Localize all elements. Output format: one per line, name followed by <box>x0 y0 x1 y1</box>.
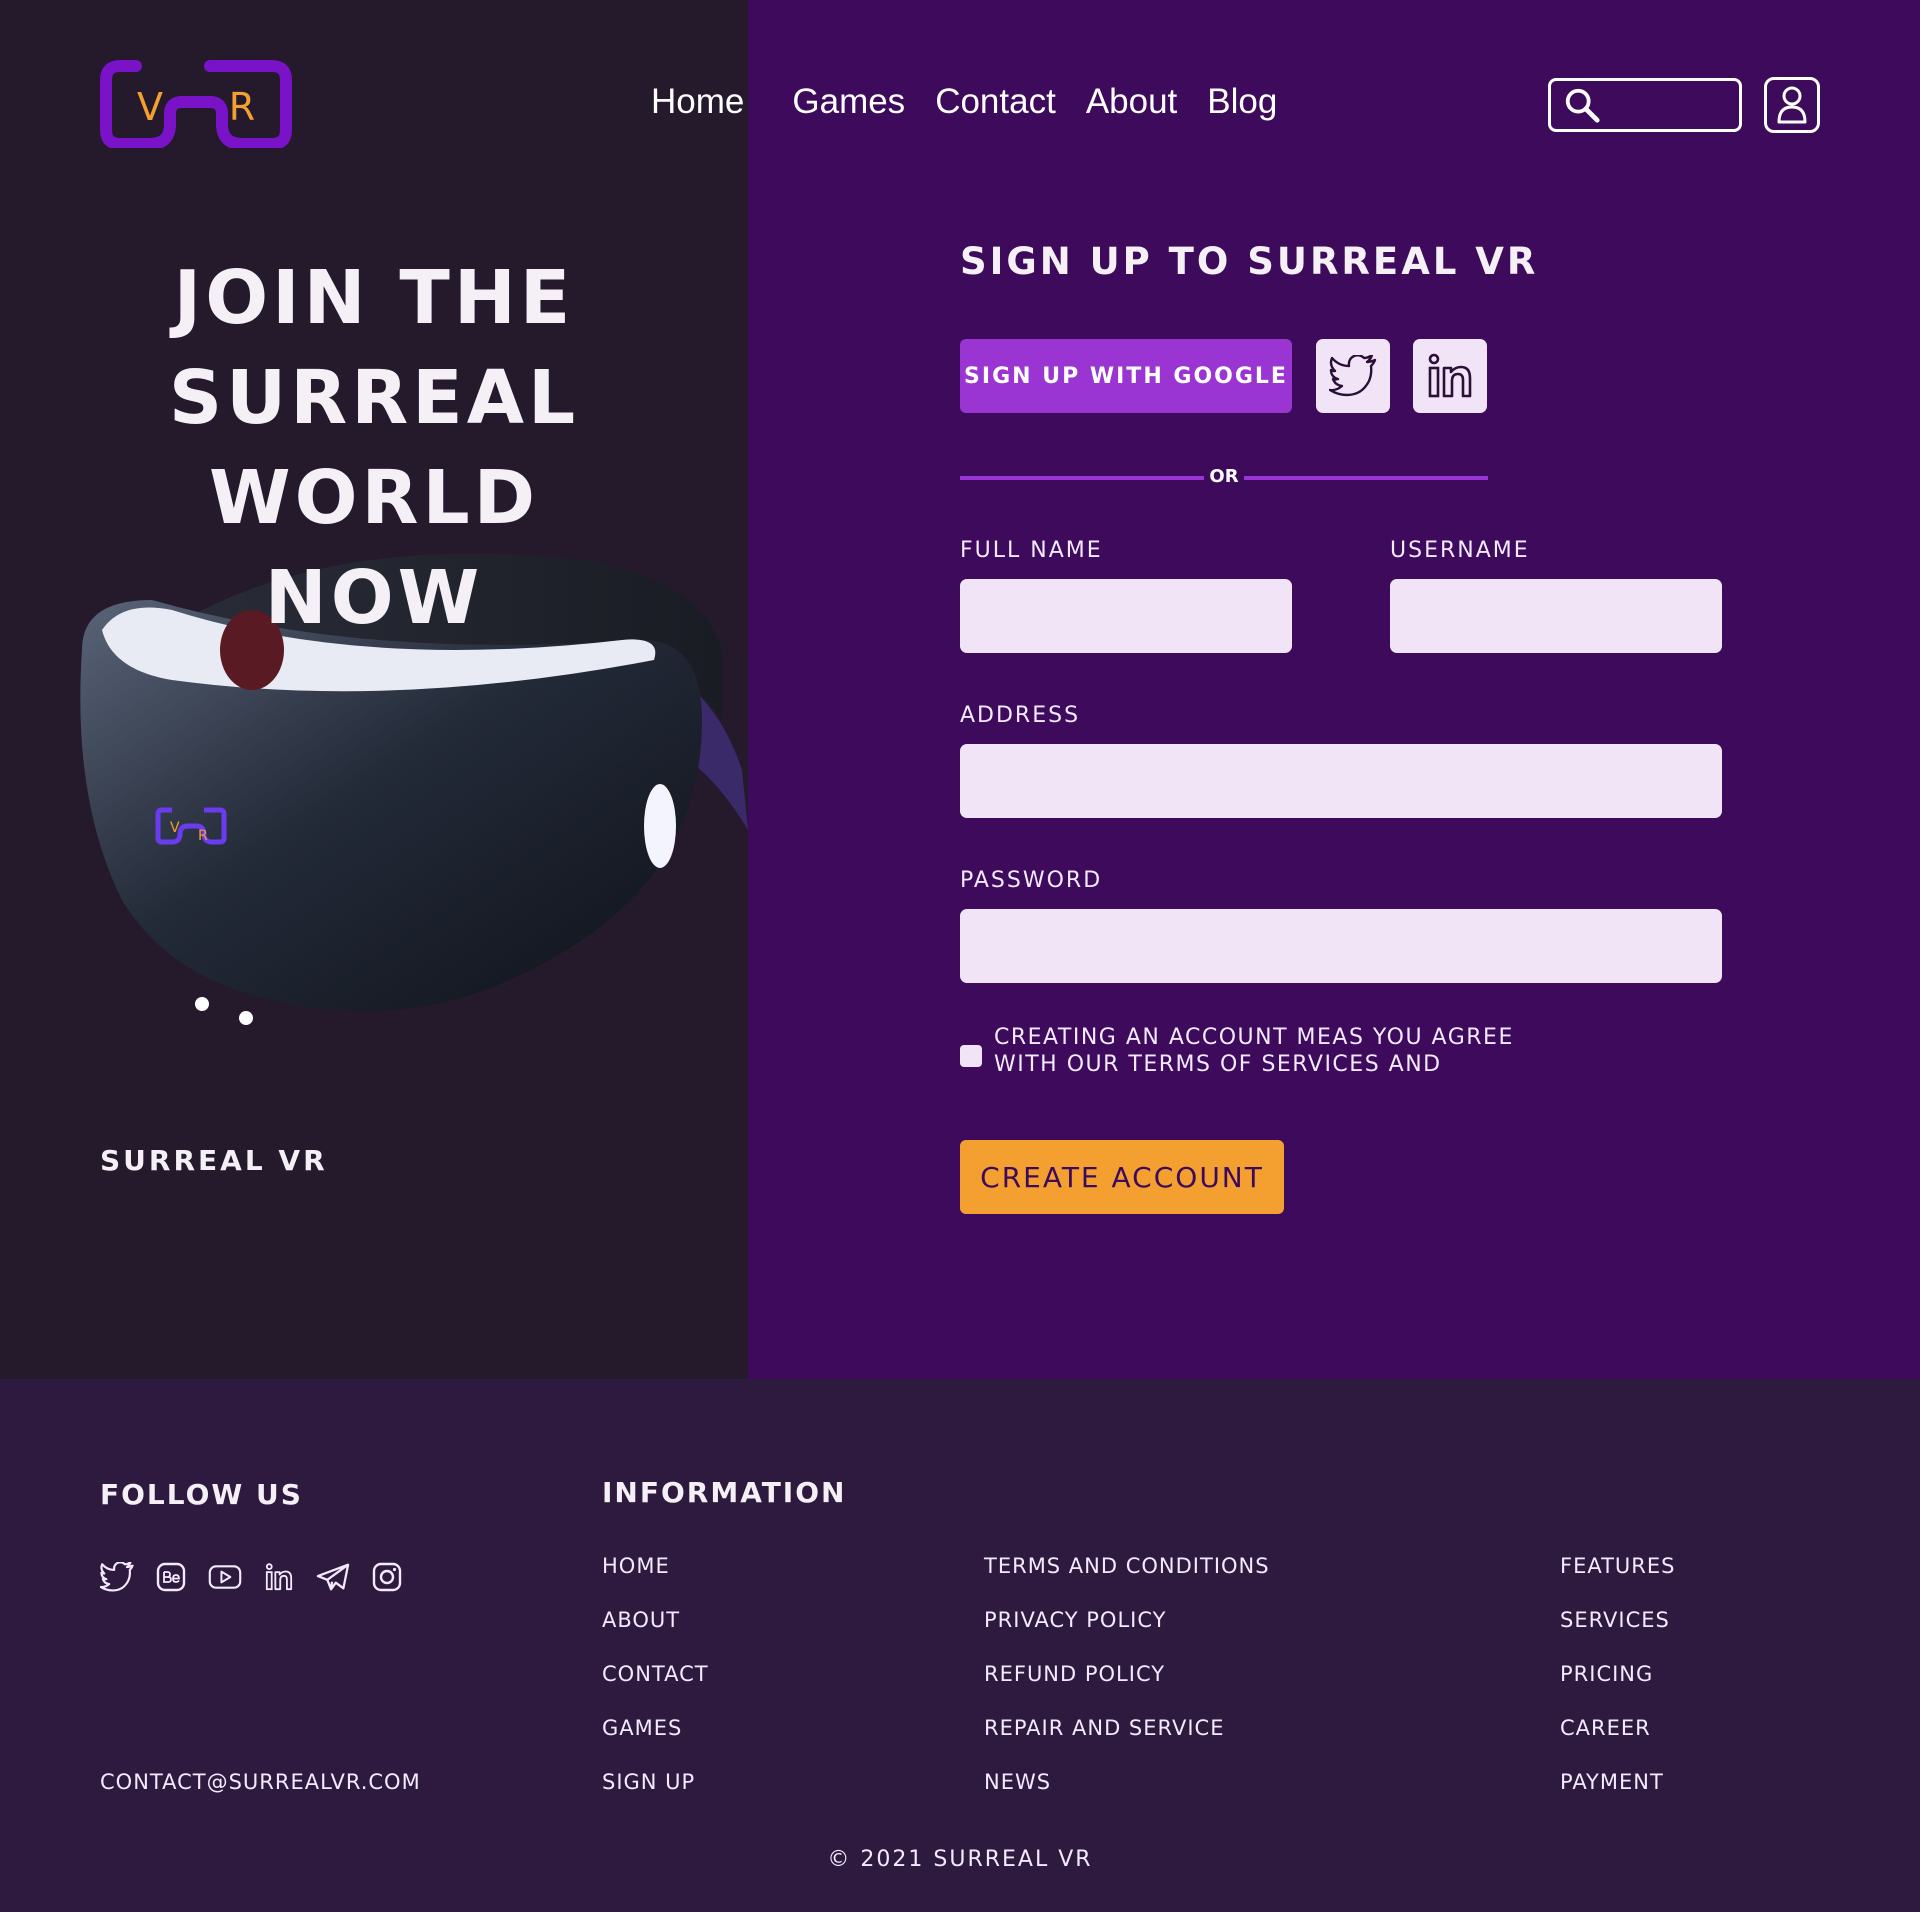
terms-text: CREATING AN ACCOUNT MEAS YOU AGREE WITH … <box>994 1025 1514 1077</box>
or-divider-right <box>1244 476 1488 480</box>
terms-checkbox[interactable] <box>960 1045 982 1067</box>
hero-title-line: WORLD <box>208 455 540 541</box>
copyright: © 2021 SURREAL VR <box>827 1847 1093 1872</box>
footer-link-career[interactable]: CAREER <box>1560 1714 1675 1768</box>
hero-title: JOIN THE SURREAL WORLD NOW <box>100 248 648 648</box>
logo-mark-icon: V R <box>100 60 292 150</box>
nav-home[interactable]: Home <box>651 82 744 122</box>
linkedin-icon[interactable] <box>262 1560 296 1594</box>
twitter-icon[interactable] <box>100 1560 134 1594</box>
footer-col-policy: TERMS AND CONDITIONS PRIVACY POLICY REFU… <box>984 1552 1270 1822</box>
full-name-input[interactable] <box>960 579 1292 653</box>
hero-title-line: NOW <box>264 555 484 641</box>
nav-about[interactable]: About <box>1086 82 1177 122</box>
footer-link-sign-up[interactable]: SIGN UP <box>602 1768 709 1822</box>
footer-link-news[interactable]: NEWS <box>984 1768 1270 1822</box>
hero-title-line: JOIN THE <box>173 255 575 341</box>
headset-logo-r: R <box>198 828 208 844</box>
address-input[interactable] <box>960 744 1722 818</box>
footer-link-pricing[interactable]: PRICING <box>1560 1660 1675 1714</box>
search-box[interactable] <box>1548 78 1742 132</box>
user-account-button[interactable] <box>1764 77 1820 133</box>
logo-letter-r: R <box>229 85 255 129</box>
footer-link-refund[interactable]: REFUND POLICY <box>984 1660 1270 1714</box>
hero-title-line: SURREAL <box>168 355 580 441</box>
search-input[interactable] <box>1607 94 1727 116</box>
full-name-label: FULL NAME <box>960 538 1103 563</box>
follow-us-heading: FOLLOW US <box>100 1478 303 1511</box>
instagram-icon[interactable] <box>370 1560 404 1594</box>
footer-col-main: HOME ABOUT CONTACT GAMES SIGN UP <box>602 1552 709 1822</box>
main-nav: Home Games Contact About Blog <box>651 82 1277 122</box>
or-label: OR <box>1209 466 1239 487</box>
username-input[interactable] <box>1390 579 1722 653</box>
footer-link-terms[interactable]: TERMS AND CONDITIONS <box>984 1552 1270 1606</box>
brand-logo[interactable]: V R <box>100 60 292 150</box>
headset-logo-v: V <box>170 820 180 836</box>
footer-link-features[interactable]: FEATURES <box>1560 1552 1675 1606</box>
address-label: ADDRESS <box>960 703 1081 728</box>
youtube-icon[interactable] <box>208 1560 242 1594</box>
footer-link-home[interactable]: HOME <box>602 1552 709 1606</box>
twitter-icon <box>1329 355 1377 397</box>
password-input[interactable] <box>960 909 1722 983</box>
footer-col-company: FEATURES SERVICES PRICING CAREER PAYMENT <box>1560 1552 1675 1822</box>
contact-email[interactable]: CONTACT@SURREALVR.COM <box>100 1770 421 1794</box>
user-icon <box>1777 86 1807 124</box>
twitter-signup-button[interactable] <box>1316 339 1390 413</box>
footer-link-payment[interactable]: PAYMENT <box>1560 1768 1675 1822</box>
follow-icons <box>100 1560 404 1594</box>
google-signup-button[interactable]: SIGN UP WITH GOOGLE <box>960 339 1292 413</box>
linkedin-signup-button[interactable] <box>1413 339 1487 413</box>
password-label: PASSWORD <box>960 868 1103 893</box>
nav-blog[interactable]: Blog <box>1207 82 1277 122</box>
create-account-button[interactable]: CREATE ACCOUNT <box>960 1140 1284 1214</box>
signup-title: SIGN UP TO SURREAL VR <box>960 240 1539 283</box>
footer-link-repair[interactable]: REPAIR AND SERVICE <box>984 1714 1270 1768</box>
footer-link-privacy[interactable]: PRIVACY POLICY <box>984 1606 1270 1660</box>
signup-panel <box>748 0 1920 1379</box>
behance-icon[interactable] <box>154 1560 188 1594</box>
footer-link-contact[interactable]: CONTACT <box>602 1660 709 1714</box>
or-divider-left <box>960 476 1204 480</box>
telegram-icon[interactable] <box>316 1560 350 1594</box>
linkedin-icon <box>1428 353 1472 398</box>
logo-letter-v: V <box>137 85 163 129</box>
footer-link-services[interactable]: SERVICES <box>1560 1606 1675 1660</box>
nav-contact[interactable]: Contact <box>935 82 1056 122</box>
footer-link-games[interactable]: GAMES <box>602 1714 709 1768</box>
nav-games[interactable]: Games <box>792 82 905 122</box>
information-heading: INFORMATION <box>602 1476 847 1509</box>
search-icon <box>1565 88 1600 123</box>
username-label: USERNAME <box>1390 538 1530 563</box>
footer-link-about[interactable]: ABOUT <box>602 1606 709 1660</box>
hero-brand-label: SURREAL VR <box>100 1144 328 1177</box>
